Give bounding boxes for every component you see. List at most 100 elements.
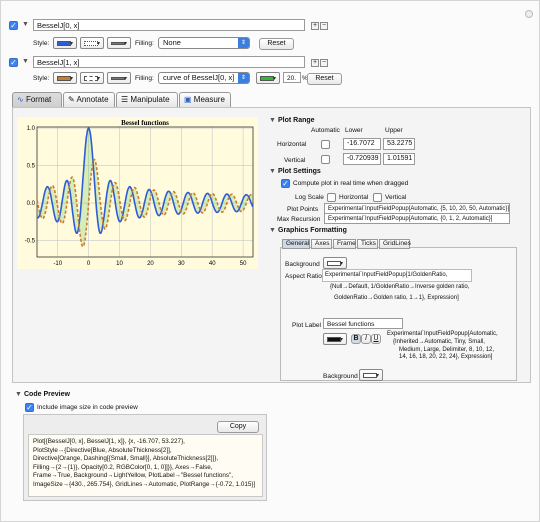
function-1-add-button[interactable]: + [311, 22, 319, 30]
format-icon: ∿ [17, 95, 24, 104]
function-2-dash-swatch[interactable]: ▾ [80, 72, 104, 84]
style-label: Style: [33, 40, 50, 47]
plot-range-upper-header: Upper [385, 127, 403, 134]
subtab-axes[interactable]: Axes [311, 239, 332, 249]
function-2-color-swatch[interactable]: ▾ [53, 72, 77, 84]
compute-realtime-checkbox[interactable]: ✓ [281, 179, 290, 188]
vertical-automatic-checkbox[interactable] [321, 155, 330, 164]
plot-range-disclosure-icon[interactable]: ▼ [269, 117, 276, 124]
vertical-lower-input[interactable]: -0.720939 [343, 153, 381, 165]
function-2-thickness-swatch[interactable]: ▾ [107, 72, 131, 84]
x-tick-label: 10 [116, 261, 123, 267]
horizontal-lower-input[interactable]: -16.7072 [343, 138, 381, 150]
function-2-remove-button[interactable]: − [320, 59, 328, 67]
tab-annotate-label: Annotate [76, 95, 109, 104]
y-tick-label: 1.0 [27, 126, 36, 132]
y-tick-label: -0.5 [25, 239, 36, 245]
plot-points-label: Plot Points [287, 206, 319, 213]
code-preview-disclosure-icon[interactable]: ▼ [15, 391, 22, 398]
measure-icon: ▣ [184, 95, 192, 104]
fill-opacity-input[interactable]: 20. [283, 72, 301, 83]
function-2-filling-select[interactable]: curve of BesselJ[0, x] ⇕ [158, 72, 250, 84]
filling-label: Filling: [135, 40, 154, 47]
tab-format-label: Format [25, 95, 52, 104]
size-line-1: Experimental`InputFieldPopup[Automatic, [387, 331, 498, 337]
vertical-upper-input[interactable]: 1.01591 [383, 153, 415, 165]
bold-button[interactable]: B [351, 334, 361, 344]
y-tick-label: 0.5 [27, 164, 36, 170]
underline-button[interactable]: U [371, 334, 381, 344]
function-2-reset-button[interactable]: Reset [307, 73, 342, 85]
horizontal-automatic-checkbox[interactable] [321, 140, 330, 149]
font-size-input[interactable]: Experimental`InputFieldPopup[Automatic, … [387, 331, 515, 362]
plot-label-label: Plot Label [292, 322, 321, 329]
plot-label-input[interactable]: Bessel functions [323, 318, 403, 329]
x-tick-label: 50 [240, 261, 247, 267]
code-line-4: Filling→{2→{1}}, Opacity[0.2, RGBColor[0… [33, 463, 213, 471]
plot-settings-disclosure-icon[interactable]: ▼ [269, 168, 276, 175]
label-background-label: Background [323, 373, 358, 380]
plot-settings-title: Plot Settings [278, 168, 321, 175]
include-image-size-label: Include image size in code preview [37, 404, 138, 411]
style-label-2: Style: [33, 75, 50, 82]
function-1-filling-select[interactable]: None ⇕ [158, 37, 250, 49]
graphics-formatting-disclosure-icon[interactable]: ▼ [269, 227, 276, 234]
fill-color-swatch[interactable]: ▾ [256, 72, 280, 84]
log-vertical-label: Vertical [385, 194, 407, 201]
log-horizontal-checkbox[interactable] [327, 193, 336, 202]
plot-graphic[interactable]: -10 0 10 20 30 40 501.00.50.0-0.5Bessel functi… [17, 117, 258, 269]
x-tick-label: -10 [53, 261, 62, 267]
x-tick-label: 40 [209, 261, 216, 267]
aspect-line-1: Experimental`InputFieldPopup[1/GoldenRat… [322, 269, 472, 282]
horizontal-upper-input[interactable]: 53.2275 [383, 138, 415, 150]
background-swatch[interactable]: ▾ [323, 257, 347, 269]
tab-annotate[interactable]: ✎ Annotate [63, 92, 115, 108]
log-vertical-checkbox[interactable] [373, 193, 382, 202]
function-2-checkbox[interactable]: ✓ [9, 58, 18, 67]
label-color-swatch[interactable]: ▾ [323, 333, 347, 345]
log-scale-label: Log Scale [295, 194, 324, 201]
code-line-2: PlotStyle→{Directive[Blue, AbsoluteThick… [33, 446, 172, 454]
function-2-disclosure-icon[interactable]: ▼ [22, 58, 29, 65]
plot-title: Bessel functions [121, 119, 169, 127]
tab-format[interactable]: ∿ Format [12, 92, 62, 108]
function-1-checkbox[interactable]: ✓ [9, 21, 18, 30]
function-1-remove-button[interactable]: − [320, 22, 328, 30]
size-line-4: 14, 16, 18, 20, 22, 24}, Expression] [399, 354, 493, 361]
function-2-add-button[interactable]: + [311, 59, 319, 67]
subtab-general[interactable]: General [282, 239, 310, 249]
max-recursion-input[interactable]: Experimental`InputFieldPopup[Automatic, … [324, 213, 510, 224]
aspect-line-3: GoldenRatio→Golden ratio, 1→1}, Expressi… [334, 295, 459, 301]
log-horizontal-label: Horizontal [339, 194, 369, 201]
aspect-line-2: {Null→Default, 1/GoldenRatio→Inverse gol… [330, 284, 470, 290]
sliders-icon: ☰ [121, 95, 129, 104]
label-background-swatch[interactable]: ▾ [359, 369, 383, 381]
tab-manipulate-label: Manipulate [130, 95, 170, 104]
include-image-size-checkbox[interactable]: ✓ [25, 403, 34, 412]
size-line-3: Medium, Large, Delimiter, 8, 10, 12, [399, 346, 495, 353]
tab-measure[interactable]: ▣ Measure [179, 92, 231, 108]
subtab-ticks[interactable]: Ticks [357, 239, 378, 249]
subtab-frame[interactable]: Frame [333, 239, 356, 249]
close-icon[interactable] [525, 10, 533, 18]
subtab-gridlines[interactable]: GridLines [379, 239, 411, 249]
function-1-disclosure-icon[interactable]: ▼ [22, 21, 29, 28]
function-1-reset-button[interactable]: Reset [259, 38, 294, 50]
code-preview-text[interactable]: Plot[{BesselJ[0, x], BesselJ[1, x]}, {x,… [28, 434, 263, 497]
code-preview-title: Code Preview [24, 391, 70, 398]
italic-button[interactable]: I [361, 334, 371, 344]
aspect-ratio-input[interactable]: Experimental`InputFieldPopup[1/GoldenRat… [322, 269, 472, 304]
function-1-dash-swatch[interactable]: ▾ [80, 37, 104, 49]
function-1-input[interactable]: BesselJ[0, x] [33, 19, 305, 31]
function-2-input[interactable]: BesselJ[1, x] [33, 56, 305, 68]
code-line-6: ImageSize→{430., 265.754}, GridLines→Aut… [33, 480, 256, 488]
function-1-thickness-swatch[interactable]: ▾ [107, 37, 131, 49]
y-tick-label: 0.0 [27, 201, 36, 207]
tab-measure-label: Measure [193, 95, 225, 104]
function-1-color-swatch[interactable]: ▾ [53, 37, 77, 49]
copy-button[interactable]: Copy [217, 421, 259, 433]
graphics-formatting-title: Graphics Formatting [278, 227, 347, 234]
compute-realtime-label: Compute plot in real time when dragged [293, 180, 409, 187]
tab-manipulate[interactable]: ☰ Manipulate [116, 92, 178, 108]
background-label: Background [285, 261, 320, 268]
